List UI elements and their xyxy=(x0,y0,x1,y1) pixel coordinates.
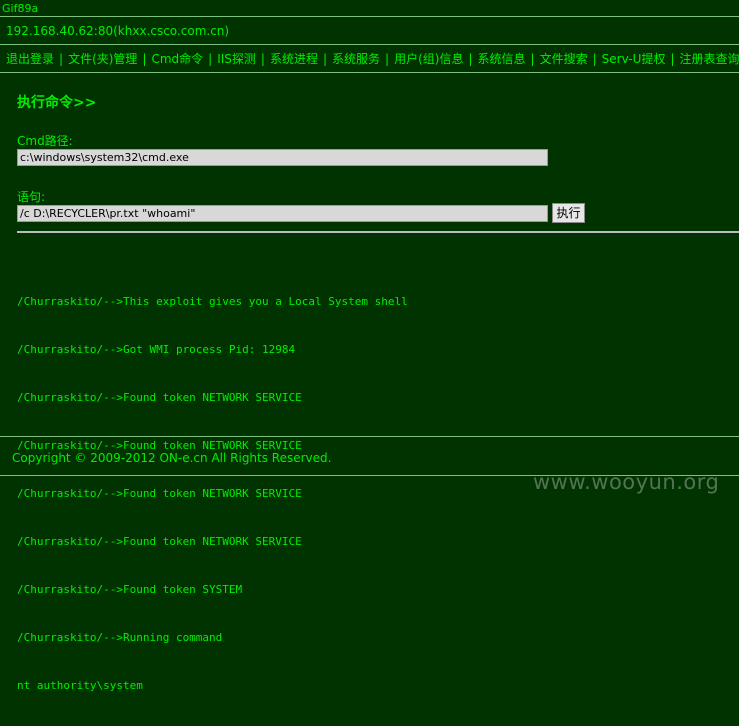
host-address: 192.168.40.62:80(khxx.csco.com.cn) xyxy=(6,24,230,38)
nav-item-iis-probe[interactable]: IIS探测 xyxy=(217,52,256,66)
cmd-path-label: Cmd路径: xyxy=(17,134,73,148)
statement-label: 语句: xyxy=(17,190,46,204)
nav-item-system-info[interactable]: 系统信息 xyxy=(478,52,526,66)
divider xyxy=(17,231,739,233)
nav-separator: | xyxy=(670,52,675,66)
nav-item-processes[interactable]: 系统进程 xyxy=(270,52,318,66)
output-line: /Churraskito/-->This exploit gives you a… xyxy=(17,295,408,308)
nav-separator: | xyxy=(468,52,473,66)
output-line: /Churraskito/-->Found token SYSTEM xyxy=(17,583,243,596)
output-line: /Churraskito/-->Found token NETWORK SERV… xyxy=(17,487,302,500)
nav-item-registry-query[interactable]: 注册表查询 xyxy=(680,52,739,66)
nav-separator: | xyxy=(385,52,390,66)
nav-item-logout[interactable]: 退出登录 xyxy=(6,52,54,66)
command-panel: 执行命令>> Cmd路径: c:\windows\system32\cmd.ex… xyxy=(0,73,739,692)
command-output: /Churraskito/-->This exploit gives you a… xyxy=(17,262,408,726)
output-line: /Churraskito/-->Found token NETWORK SERV… xyxy=(17,391,302,404)
nav-separator: | xyxy=(260,52,265,66)
nav-item-services[interactable]: 系统服务 xyxy=(332,52,380,66)
output-line: /Churraskito/-->Found token NETWORK SERV… xyxy=(17,535,302,548)
statement-input[interactable]: /c D:\RECYCLER\pr.txt "whoami" xyxy=(17,205,548,222)
nav-separator: | xyxy=(322,52,328,66)
copyright-text: Copyright © 2009-2012 ON-e.cn All Rights… xyxy=(12,451,332,465)
nav-separator: | xyxy=(142,52,147,66)
host-bar: 192.168.40.62:80(khxx.csco.com.cn) xyxy=(0,18,739,45)
output-line: /Churraskito/-->Running command xyxy=(17,631,223,644)
nav-item-cmd[interactable]: Cmd命令 xyxy=(151,52,203,66)
nav-item-users[interactable]: 用户(组)信息 xyxy=(394,52,463,66)
cmd-path-input[interactable]: c:\windows\system32\cmd.exe xyxy=(17,149,548,166)
nav-item-file-search[interactable]: 文件搜索 xyxy=(540,52,588,66)
watermark: www.wooyun.org xyxy=(533,470,720,494)
nav-separator: | xyxy=(530,52,535,66)
page-title: 执行命令>> xyxy=(17,95,97,111)
nav-separator: | xyxy=(592,52,597,66)
nav-item-servu-escalation[interactable]: Serv-U提权 xyxy=(602,52,666,66)
execute-button[interactable]: 执行 xyxy=(552,203,585,223)
output-line: nt authority\system xyxy=(17,679,143,692)
gif-header-text: Gif89a xyxy=(0,0,739,17)
nav-separator: | xyxy=(208,52,213,66)
nav-bar: 退出登录 | 文件(夹)管理 | Cmd命令 | IIS探测 | 系统进程 | 系统服务 | 用户(组)… xyxy=(0,46,739,73)
nav-separator: | xyxy=(59,52,64,66)
nav-item-file-manager[interactable]: 文件(夹)管理 xyxy=(68,52,137,66)
output-line: /Churraskito/-->Got WMI process Pid: 129… xyxy=(17,343,296,356)
